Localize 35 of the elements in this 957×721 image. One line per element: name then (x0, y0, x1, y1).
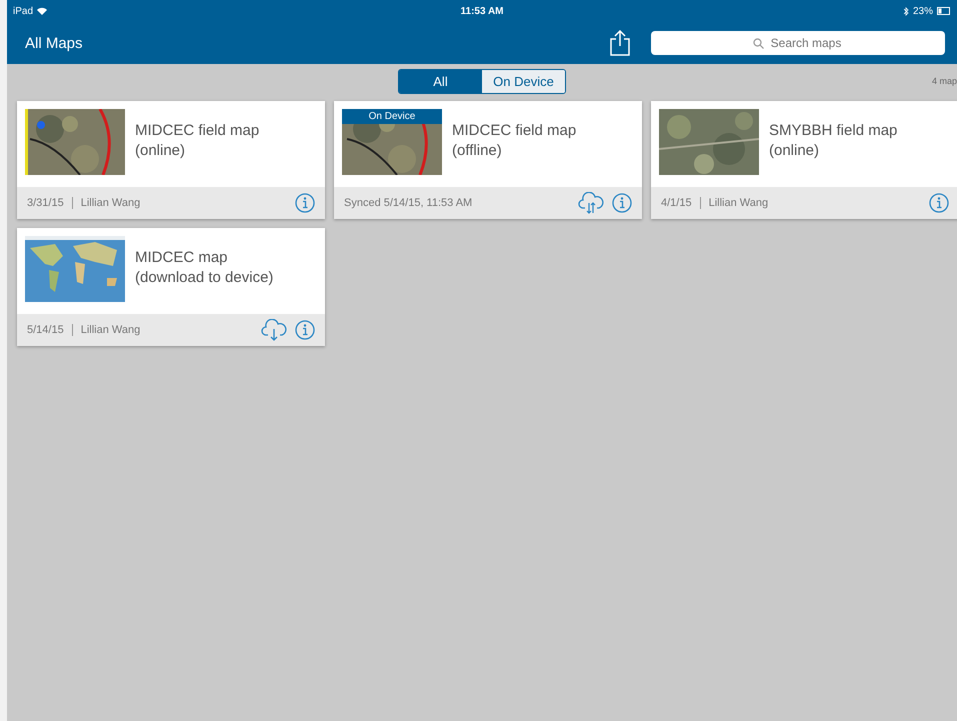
map-meta: 3/31/15 (27, 197, 64, 209)
filter-tab[interactable]: On Device (482, 70, 565, 92)
map-title: MIDCEC field map (online) (135, 121, 260, 161)
map-meta: Lillian Wang (80, 197, 140, 209)
battery-icon (937, 7, 952, 15)
share-icon[interactable] (609, 30, 631, 56)
map-title: MIDCEC field map (offline) (452, 121, 578, 161)
map-meta: Lillian Wang (708, 197, 768, 209)
map-count: 4 map (932, 76, 957, 86)
cloud-sync-icon[interactable] (578, 192, 604, 214)
wifi-icon (37, 7, 48, 15)
page-title: All Maps (25, 34, 84, 52)
map-card[interactable]: MIDCEC field map (online) 3/31/15 Lillian Wang (17, 101, 325, 219)
map-meta: Synced 5/14/15, 11:53 AM (344, 197, 472, 209)
info-icon[interactable] (295, 320, 315, 340)
info-icon[interactable] (612, 193, 632, 213)
map-meta: 5/14/15 (27, 324, 64, 336)
map-meta: Lillian Wang (80, 324, 140, 336)
info-icon[interactable] (929, 193, 949, 213)
search-icon (753, 38, 764, 49)
filter-tab[interactable]: All (399, 70, 482, 92)
map-card[interactable]: On Device MIDCEC field map (offline) Synced 5/14/15, 11:53 AM (334, 101, 642, 219)
search-field[interactable]: Search maps (651, 31, 945, 55)
clock: 11:53 AM (460, 6, 504, 16)
status-badge: On Device (342, 109, 442, 124)
bluetooth-icon (904, 6, 909, 16)
battery-percent: 23% (913, 6, 934, 16)
cloud-download-icon[interactable] (261, 319, 287, 341)
map-meta: 4/1/15 (661, 197, 692, 209)
map-title: SMYBBH field map (online) (769, 121, 898, 161)
device-name: iPad (13, 6, 34, 16)
map-title: MIDCEC map (download to device) (135, 248, 274, 288)
map-card[interactable]: MIDCEC map (download to device) 5/14/15 Lillian Wang (17, 228, 325, 346)
info-icon[interactable] (295, 193, 315, 213)
map-card[interactable]: SMYBBH field map (online) 4/1/15 Lillian Wang (651, 101, 957, 219)
